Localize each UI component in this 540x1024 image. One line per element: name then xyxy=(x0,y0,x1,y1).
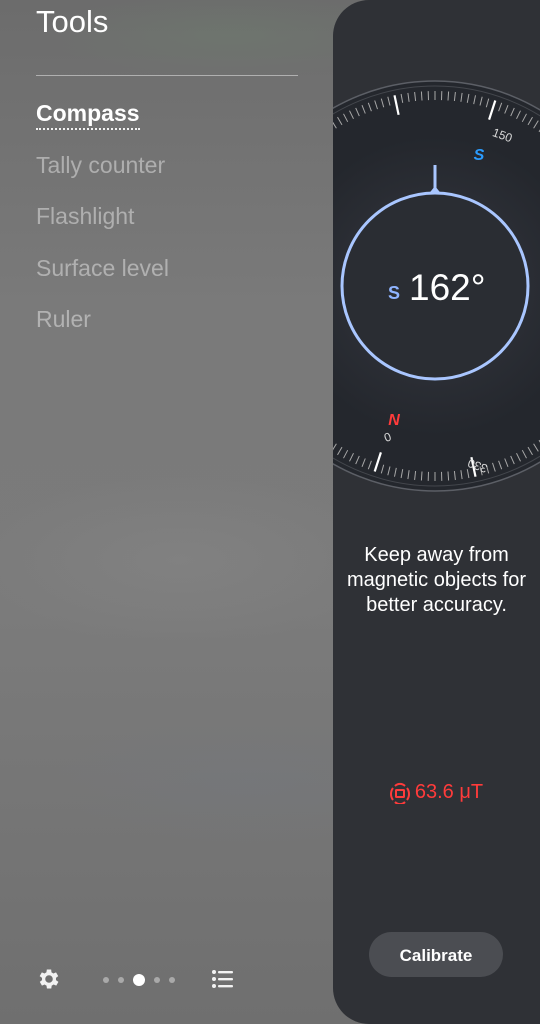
page-indicator xyxy=(103,974,175,986)
menu-item-label: Compass xyxy=(36,100,140,130)
menu-item-tally-counter[interactable]: Tally counter xyxy=(36,148,169,200)
dial-tick xyxy=(447,91,450,101)
cardinal-north-label: N xyxy=(388,412,400,429)
calibrate-button[interactable]: Calibrate xyxy=(369,932,503,977)
page-dot[interactable] xyxy=(118,977,124,983)
menu-item-compass[interactable]: Compass xyxy=(36,96,169,148)
tools-drawer: Tools Compass Tally counter Flashlight S… xyxy=(0,0,333,1024)
page-dot-current[interactable] xyxy=(133,974,145,986)
gear-icon[interactable] xyxy=(36,966,62,992)
dial-tick xyxy=(420,471,423,481)
drawer-divider xyxy=(36,75,298,76)
magnetic-field-readout: 63.6 μT xyxy=(333,781,540,804)
drawer-bottom-bar xyxy=(0,960,333,1000)
cardinal-south-label: S xyxy=(474,147,485,164)
heading-direction: S xyxy=(388,283,400,303)
magnet-field-icon xyxy=(389,782,410,804)
accuracy-hint: Keep away from magnetic objects for bett… xyxy=(347,544,526,616)
page-dot[interactable] xyxy=(154,977,160,983)
drawer-title: Tools xyxy=(36,4,109,39)
magnetic-field-value: 63.6 μT xyxy=(414,781,484,803)
menu-item-flashlight[interactable]: Flashlight xyxy=(36,199,169,251)
menu-item-label: Ruler xyxy=(36,306,91,332)
dial-tick xyxy=(447,471,450,481)
list-icon[interactable] xyxy=(211,968,235,990)
menu-item-ruler[interactable]: Ruler xyxy=(36,302,169,354)
page-dot[interactable] xyxy=(169,977,175,983)
dial-tick xyxy=(420,91,423,101)
menu-item-surface-level[interactable]: Surface level xyxy=(36,251,169,303)
compass-dial: 150 330 0 S N S 162° xyxy=(333,80,540,492)
compass-panel: 150 330 0 S N S 162° Keep away from magn… xyxy=(333,0,540,1024)
tools-menu: Compass Tally counter Flashlight Surface… xyxy=(36,96,169,354)
menu-item-label: Tally counter xyxy=(36,151,166,178)
menu-item-label: Surface level xyxy=(36,254,169,281)
menu-item-label: Flashlight xyxy=(36,203,135,229)
heading-degrees: 162° xyxy=(409,267,486,308)
page-dot[interactable] xyxy=(103,977,109,983)
